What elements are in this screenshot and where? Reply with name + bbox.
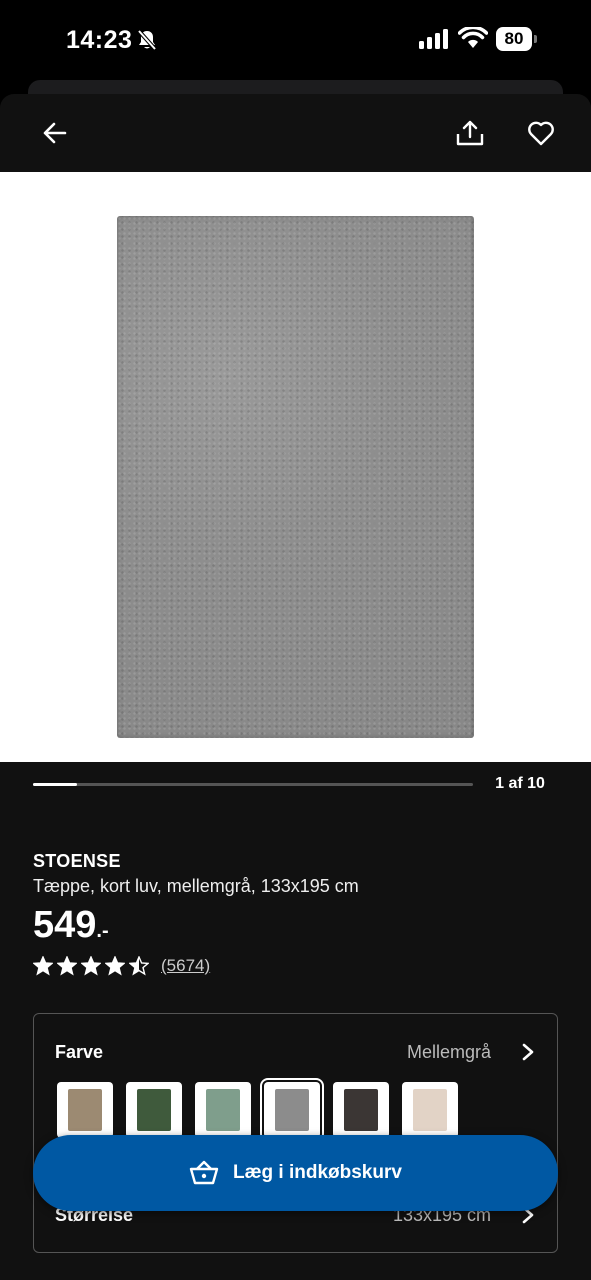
gallery-progress-fill xyxy=(33,783,77,786)
share-button[interactable] xyxy=(448,111,492,155)
swatch-thumbnail xyxy=(275,1089,309,1131)
chevron-right-icon[interactable] xyxy=(517,1040,539,1064)
product-name: STOENSE xyxy=(33,851,121,871)
color-swatch[interactable] xyxy=(402,1082,458,1138)
status-time: 14:23 xyxy=(66,26,133,54)
gallery-progress-bar xyxy=(33,783,473,786)
heart-icon xyxy=(528,121,554,146)
price-value: 549 xyxy=(33,904,97,946)
status-bar: 14:23 80 xyxy=(0,0,591,80)
signal-icon xyxy=(419,29,448,49)
product-page: 1 af 10 STOENSE Tæppe, kort luv, mellemg… xyxy=(0,94,591,1280)
product-description: Tæppe, kort luv, mellemgrå, 133x195 cm xyxy=(33,876,359,896)
price-suffix: .- xyxy=(96,920,109,942)
battery-level: 80 xyxy=(496,27,532,51)
gallery-counter: 1 af 10 xyxy=(495,775,545,792)
color-swatch[interactable] xyxy=(260,1078,324,1142)
battery-icon: 80 xyxy=(496,27,537,51)
color-swatch[interactable] xyxy=(126,1082,182,1138)
review-count-link[interactable]: (5674) xyxy=(161,956,210,976)
top-bar xyxy=(0,94,591,172)
product-options-card: Farve Mellemgrå Størrelse 133x195 cm xyxy=(33,1013,558,1253)
swatch-thumbnail xyxy=(68,1089,102,1131)
back-button[interactable] xyxy=(33,111,77,155)
color-swatch[interactable] xyxy=(333,1082,389,1138)
product-image-gallery[interactable] xyxy=(0,172,591,762)
add-to-cart-label: Læg i indkøbskurv xyxy=(233,1162,402,1183)
arrow-left-icon xyxy=(43,122,67,144)
color-label: Farve xyxy=(55,1042,104,1062)
wifi-icon xyxy=(458,27,488,48)
star-full-icon xyxy=(33,956,53,976)
product-price: 549.- xyxy=(33,904,109,947)
product-image xyxy=(117,216,474,738)
star-full-icon xyxy=(57,956,77,976)
swatch-thumbnail xyxy=(137,1089,171,1131)
rating-stars xyxy=(33,956,149,976)
color-value[interactable]: Mellemgrå xyxy=(407,1042,491,1063)
product-rating[interactable]: (5674) xyxy=(33,956,210,976)
share-icon xyxy=(456,120,484,146)
add-to-cart-button[interactable]: Læg i indkøbskurv xyxy=(33,1135,558,1211)
basket-icon xyxy=(189,1160,219,1185)
star-half-icon xyxy=(129,956,149,976)
star-full-icon xyxy=(81,956,101,976)
color-swatches xyxy=(57,1078,458,1142)
color-swatch[interactable] xyxy=(57,1082,113,1138)
star-full-icon xyxy=(105,956,125,976)
swatch-thumbnail xyxy=(413,1089,447,1131)
swatch-thumbnail xyxy=(344,1089,378,1131)
color-swatch[interactable] xyxy=(195,1082,251,1138)
swatch-thumbnail xyxy=(206,1089,240,1131)
favourite-button[interactable] xyxy=(519,111,563,155)
bell-slash-icon xyxy=(137,29,157,51)
